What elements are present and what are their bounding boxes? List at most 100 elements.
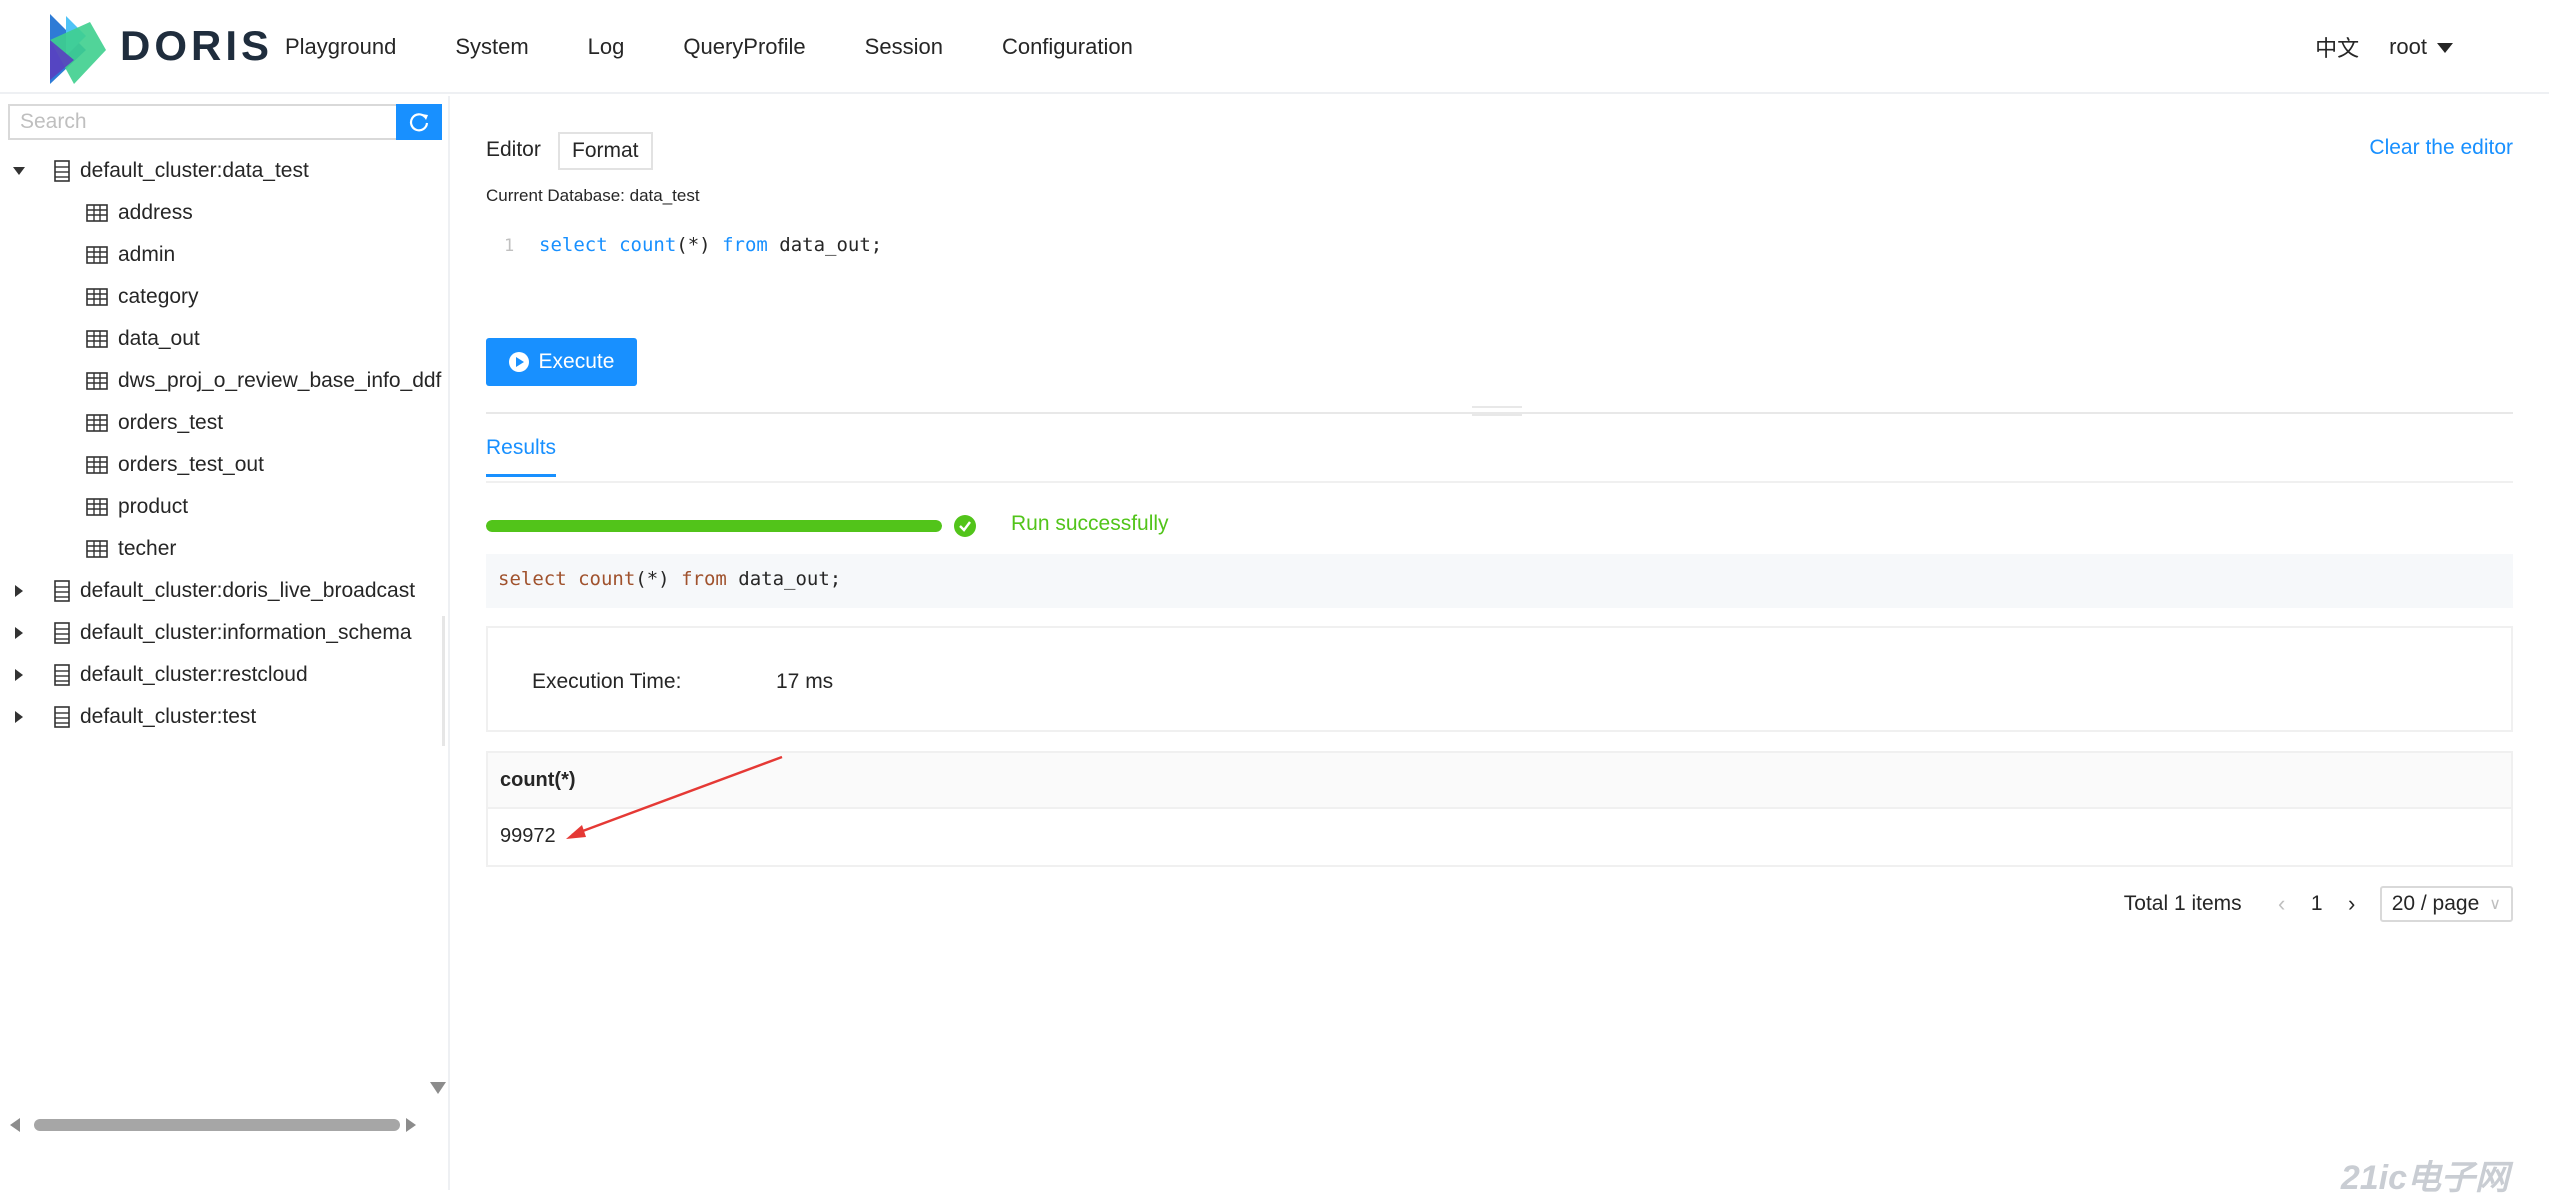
database-icon	[54, 664, 70, 686]
next-page-icon[interactable]: ›	[2338, 886, 2366, 922]
execute-button[interactable]: Execute	[486, 338, 637, 386]
tab-underline	[486, 481, 2513, 483]
database-icon	[54, 580, 70, 602]
database-icon	[54, 160, 70, 182]
expand-right-icon[interactable]	[12, 668, 26, 682]
refresh-button[interactable]	[396, 104, 442, 140]
database-tree: default_cluster:data_testaddress admin cat…	[0, 150, 442, 738]
tree-table-node[interactable]: data_out	[0, 318, 440, 360]
scroll-right-icon[interactable]	[406, 1118, 416, 1132]
tree-node-label: techer	[118, 537, 177, 560]
tree-node-label: default_cluster:data_test	[80, 159, 309, 182]
execution-time-label: Execution Time:	[532, 670, 682, 693]
table-cell[interactable]: 99972	[488, 809, 2511, 865]
doris-logo-icon[interactable]	[46, 10, 110, 84]
prev-page-icon[interactable]: ‹	[2268, 886, 2296, 922]
editor-label: Editor	[486, 138, 541, 161]
tree-table-node[interactable]: address	[0, 192, 440, 234]
check-circle-icon	[954, 515, 976, 537]
current-database: Current Database: data_test	[486, 186, 700, 205]
tree-table-node[interactable]: category	[0, 276, 440, 318]
page-number[interactable]: 1	[2296, 892, 2338, 916]
nav-log[interactable]: Log	[588, 34, 625, 60]
resize-handle[interactable]	[1472, 406, 1522, 416]
tree-database-node[interactable]: default_cluster:data_test	[0, 150, 440, 192]
tree-database-node[interactable]: default_cluster:information_schema	[0, 612, 440, 654]
language-switch[interactable]: 中文	[2315, 31, 2359, 63]
play-circle-icon	[508, 352, 529, 372]
expand-right-icon[interactable]	[12, 584, 26, 598]
tree-table-node[interactable]: dws_proj_o_review_base_info_ddf	[0, 360, 442, 402]
search-bar	[8, 104, 442, 140]
executed-sql: select count(*) from data_out;	[486, 554, 2513, 608]
table-icon	[86, 372, 108, 390]
refresh-icon	[410, 113, 429, 132]
execution-time-value: 17 ms	[776, 670, 834, 693]
results-table: count(*) 99972	[486, 751, 2513, 867]
database-icon	[54, 622, 70, 644]
user-name: root	[2389, 34, 2427, 59]
tree-node-label: dws_proj_o_review_base_info_ddf	[118, 369, 442, 392]
nav-configuration[interactable]: Configuration	[1002, 34, 1133, 60]
search-input[interactable]	[8, 104, 397, 140]
tree-node-label: address	[118, 201, 193, 224]
tree-database-node[interactable]: default_cluster:doris_live_broadcast	[0, 570, 440, 612]
sql-editor[interactable]: 1 select count(*) from data_out;	[486, 226, 2513, 346]
scroll-thumb[interactable]	[34, 1119, 400, 1131]
watermark-logo: 21ic电子网	[2340, 1159, 2509, 1197]
tree-table-node[interactable]: product	[0, 486, 440, 528]
format-button[interactable]: Format	[558, 132, 653, 170]
table-icon	[86, 498, 108, 516]
database-sidebar: default_cluster:data_testaddress admin cat…	[0, 96, 450, 1190]
run-status: Run successfully	[1011, 512, 1169, 535]
tree-database-node[interactable]: default_cluster:test	[0, 696, 440, 738]
tree-node-label: orders_test	[118, 411, 224, 434]
progress-fill	[486, 520, 942, 532]
tree-table-node[interactable]: orders_test	[0, 402, 440, 444]
tree-table-node[interactable]: admin	[0, 234, 440, 276]
expand-right-icon[interactable]	[12, 626, 26, 640]
tree-database-node[interactable]: default_cluster:restcloud	[0, 654, 440, 696]
table-icon	[86, 204, 108, 222]
tree-node-label: default_cluster:doris_live_broadcast	[80, 579, 416, 602]
scroll-down-icon[interactable]	[430, 1082, 446, 1094]
brand-name[interactable]: DORIS	[120, 22, 273, 70]
chevron-down-icon: ∨	[2489, 896, 2501, 913]
tree-node-label: orders_test_out	[118, 453, 264, 476]
header-right: 中文 root	[2315, 0, 2453, 94]
expand-right-icon[interactable]	[12, 710, 26, 724]
sidebar-horizontal-scrollbar[interactable]	[10, 1114, 420, 1134]
top-header: DORIS Playground System Log QueryProfile…	[0, 0, 2549, 94]
nav-playground[interactable]: Playground	[285, 34, 396, 60]
table-icon	[86, 456, 108, 474]
scroll-left-icon[interactable]	[10, 1118, 20, 1132]
sidebar-vertical-scrollbar[interactable]	[442, 616, 445, 746]
page-size-select[interactable]: 20 / page ∨	[2379, 886, 2513, 922]
tree-node-label: data_out	[118, 327, 200, 350]
execution-info: Execution Time: 17 ms	[486, 626, 2513, 732]
pagination-total: Total 1 items	[2123, 892, 2242, 915]
code-line[interactable]: select count(*) from data_out;	[539, 234, 882, 256]
table-icon	[86, 414, 108, 432]
tree-table-node[interactable]: orders_test_out	[0, 444, 440, 486]
database-icon	[54, 706, 70, 728]
table-icon	[86, 246, 108, 264]
table-icon	[86, 288, 108, 306]
tree-node-label: product	[118, 495, 189, 518]
tree-node-label: default_cluster:information_schema	[80, 621, 412, 644]
expand-down-icon[interactable]	[12, 164, 26, 178]
clear-editor-link[interactable]: Clear the editor	[2369, 136, 2513, 160]
pagination: Total 1 items ‹ 1 › 20 / page ∨	[2124, 886, 2513, 922]
nav-system[interactable]: System	[455, 34, 528, 60]
column-header[interactable]: count(*)	[488, 753, 2511, 809]
tree-table-node[interactable]: techer	[0, 528, 440, 570]
playground-main: Editor Format Clear the editor Current D…	[486, 96, 2513, 1190]
execute-label: Execute	[538, 350, 615, 373]
user-menu[interactable]: root	[2389, 34, 2453, 60]
tree-node-label: default_cluster:test	[80, 705, 257, 728]
line-number: 1	[504, 236, 515, 256]
table-icon	[86, 330, 108, 348]
nav-queryprofile[interactable]: QueryProfile	[683, 34, 805, 60]
nav-session[interactable]: Session	[865, 34, 943, 60]
tab-results[interactable]: Results	[486, 436, 557, 477]
